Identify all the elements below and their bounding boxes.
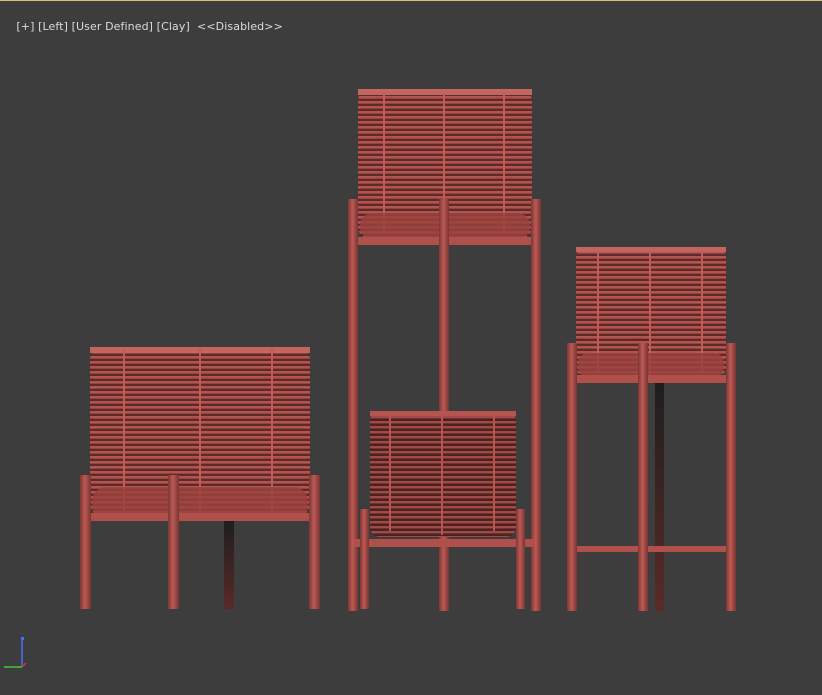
viewport-left[interactable]: [+] [Left] [User Defined] [Clay] <<Disab… [0,0,822,694]
axis-gizmo [4,637,27,668]
axis-z-tip [21,637,24,640]
scene-render[interactable] [0,1,822,695]
planter-medium-right[interactable] [567,247,736,611]
planter-low-left[interactable] [80,347,320,609]
